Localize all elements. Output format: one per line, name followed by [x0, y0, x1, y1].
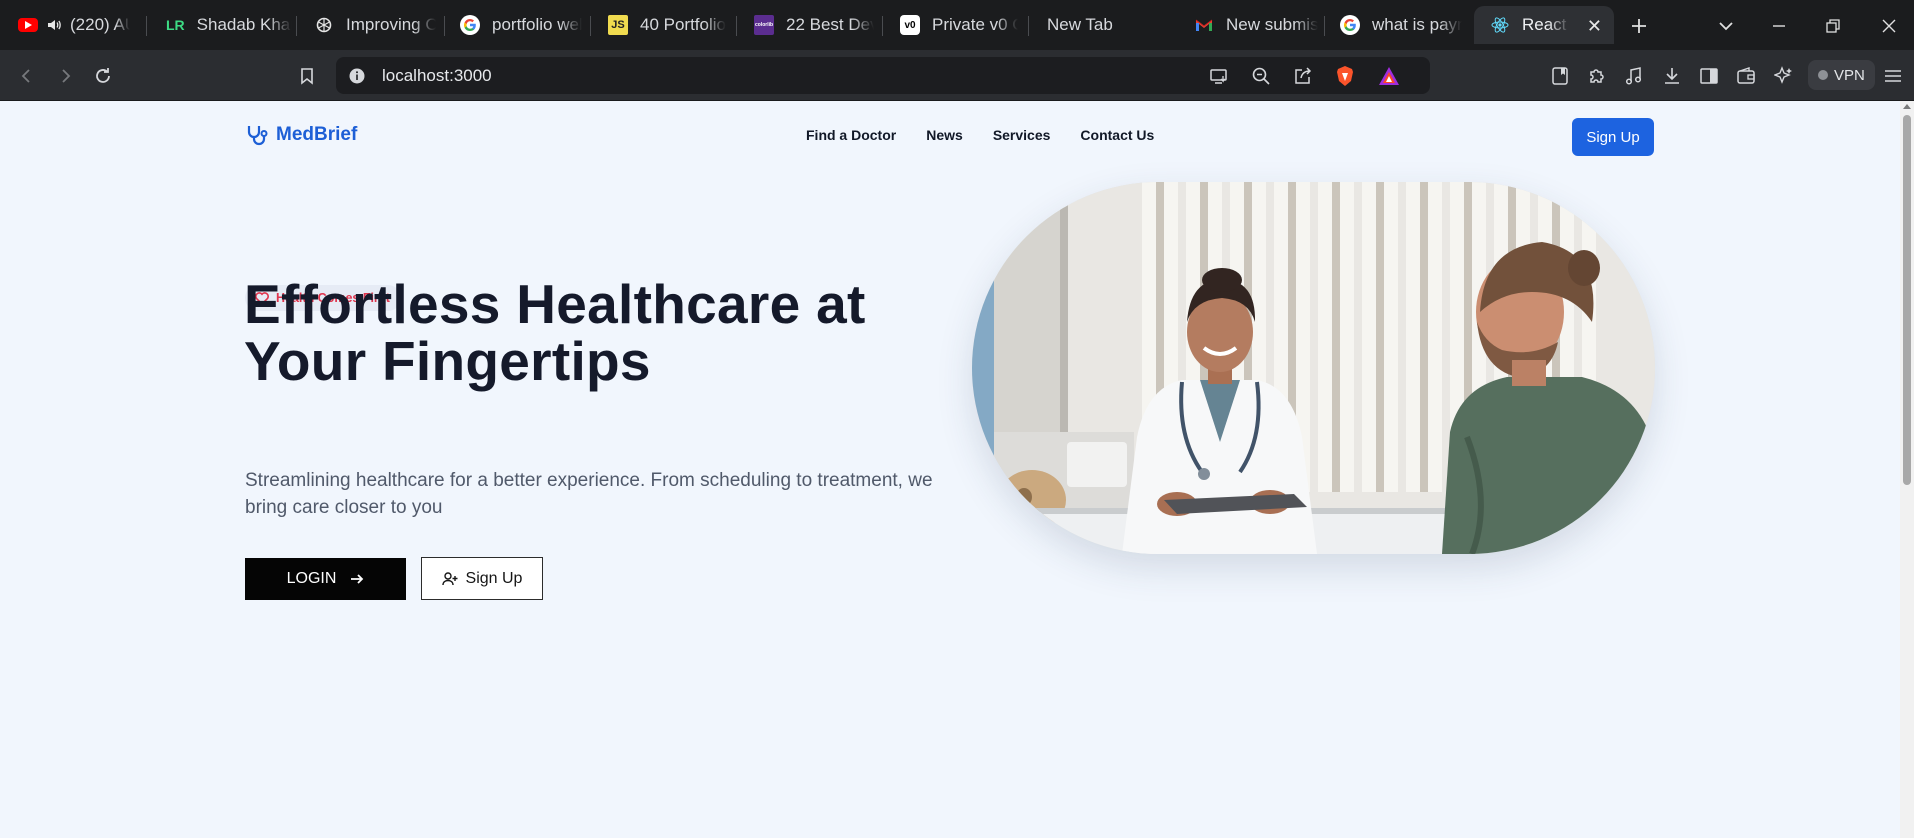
- tab-label: what is paym: [1372, 15, 1462, 34]
- vpn-button[interactable]: VPN: [1808, 60, 1875, 90]
- hero-image-doctor-patient: [972, 182, 1655, 554]
- vpn-status-dot: [1818, 70, 1828, 80]
- tab-strip: (220) AUD LR Shadab Khan Improving CS po…: [0, 0, 1914, 50]
- download-icon[interactable]: [1659, 63, 1685, 89]
- lr-logo-icon: LR: [166, 17, 185, 33]
- speaker-icon[interactable]: [46, 17, 62, 33]
- colorlib-icon: colorlib: [754, 15, 774, 35]
- media-music-icon[interactable]: [1621, 63, 1647, 89]
- tab-label: Improving CS: [346, 15, 436, 34]
- tab-label: React App: [1522, 15, 1570, 34]
- header-sign-up-button[interactable]: Sign Up: [1572, 118, 1654, 156]
- google-icon: [460, 15, 480, 35]
- web-page: MedBrief Find a Doctor News Services Con…: [0, 101, 1900, 838]
- gmail-icon: [1194, 15, 1214, 35]
- tab-label: portfolio web: [492, 15, 582, 34]
- arrow-right-icon: [350, 573, 364, 585]
- user-plus-icon: [441, 571, 458, 587]
- restore-window-icon[interactable]: [1820, 13, 1846, 39]
- tab-label: 22 Best Deve: [786, 15, 874, 34]
- url-text: localhost:3000: [382, 66, 492, 85]
- tab-label: (220) AUD: [70, 15, 130, 34]
- back-arrow-icon[interactable]: [14, 63, 40, 89]
- nav-contact-us[interactable]: Contact Us: [1080, 127, 1154, 143]
- wallet-icon[interactable]: [1733, 63, 1759, 89]
- tab-label: New Tab: [1047, 15, 1113, 34]
- tab-private-v0[interactable]: v0 Private v0 Ch: [900, 6, 1018, 44]
- hero-headline: Effortless Healthcare at Your Fingertips: [244, 273, 866, 392]
- sidebar-toggle-icon[interactable]: [1696, 63, 1722, 89]
- tab-portfolio-web[interactable]: portfolio web: [460, 6, 582, 44]
- nav-find-a-doctor[interactable]: Find a Doctor: [806, 127, 896, 143]
- browser-toolbar: localhost:3000 VPN: [0, 50, 1914, 101]
- vpn-label: VPN: [1834, 66, 1865, 84]
- scroll-up-arrow-icon[interactable]: [1903, 104, 1911, 109]
- new-tab-plus-icon[interactable]: [1626, 13, 1652, 39]
- hero-subtext: Streamlining healthcare for a better exp…: [245, 470, 933, 518]
- brand-logo[interactable]: MedBrief: [244, 123, 357, 147]
- v0-icon: v0: [900, 15, 920, 35]
- extensions-icon[interactable]: [1584, 63, 1610, 89]
- zoom-out-icon[interactable]: [1248, 63, 1274, 89]
- share-icon[interactable]: [1290, 63, 1316, 89]
- brave-rewards-icon[interactable]: [1376, 63, 1402, 89]
- forward-arrow-icon[interactable]: [52, 63, 78, 89]
- address-bar[interactable]: localhost:3000: [336, 57, 1430, 94]
- hamburger-menu-icon[interactable]: [1880, 63, 1906, 89]
- reading-list-icon[interactable]: [1547, 63, 1573, 89]
- hero-sign-up-button[interactable]: Sign Up: [421, 557, 543, 600]
- brave-shields-icon[interactable]: [1332, 63, 1358, 89]
- bookmark-icon[interactable]: [294, 63, 320, 89]
- sign-up-label: Sign Up: [465, 569, 523, 587]
- tab-22-best-dev[interactable]: colorlib 22 Best Deve: [754, 6, 874, 44]
- tab-search-chevron-icon[interactable]: [1713, 13, 1739, 39]
- tab-shadab-khan[interactable]: LR Shadab Khan: [166, 6, 292, 44]
- hero-illustration: [972, 182, 1655, 554]
- tab-improving-cs[interactable]: Improving CS: [314, 6, 436, 44]
- react-icon: [1490, 15, 1510, 35]
- login-button[interactable]: LOGIN: [245, 558, 406, 600]
- tab-react-app-active[interactable]: React App ✕: [1474, 6, 1614, 44]
- js-icon: JS: [608, 15, 628, 35]
- close-tab-icon[interactable]: ✕: [1587, 16, 1602, 37]
- nav-news[interactable]: News: [926, 127, 963, 143]
- youtube-icon: [18, 18, 38, 32]
- tab-label: Shadab Khan: [196, 15, 292, 34]
- login-label: LOGIN: [286, 570, 337, 587]
- google-icon: [1340, 15, 1360, 35]
- main-nav: Find a Doctor News Services Contact Us: [806, 127, 1154, 143]
- leo-ai-icon[interactable]: [1771, 63, 1797, 89]
- tab-label: Private v0 Ch: [932, 15, 1018, 34]
- tab-youtube[interactable]: (220) AUD: [18, 6, 130, 44]
- scrollbar-thumb[interactable]: [1903, 115, 1911, 485]
- chatgpt-icon: [314, 15, 334, 35]
- tab-label: New submiss: [1226, 15, 1318, 34]
- close-window-icon[interactable]: [1876, 13, 1902, 39]
- reload-icon[interactable]: [90, 63, 116, 89]
- nav-services[interactable]: Services: [993, 127, 1051, 143]
- site-info-icon[interactable]: [344, 63, 370, 89]
- page-scrollbar[interactable]: [1900, 101, 1914, 838]
- cast-install-icon[interactable]: [1206, 63, 1232, 89]
- tab-new-tab[interactable]: New Tab: [1047, 6, 1167, 44]
- tab-label: 40 Portfolio T: [640, 15, 726, 34]
- minimize-window-icon[interactable]: [1766, 13, 1792, 39]
- tab-40-portfolio[interactable]: JS 40 Portfolio T: [608, 6, 726, 44]
- tab-what-is-paym[interactable]: what is paym: [1340, 6, 1462, 44]
- tab-gmail[interactable]: New submiss: [1194, 6, 1318, 44]
- brand-name: MedBrief: [276, 124, 358, 145]
- stethoscope-icon: [244, 123, 268, 147]
